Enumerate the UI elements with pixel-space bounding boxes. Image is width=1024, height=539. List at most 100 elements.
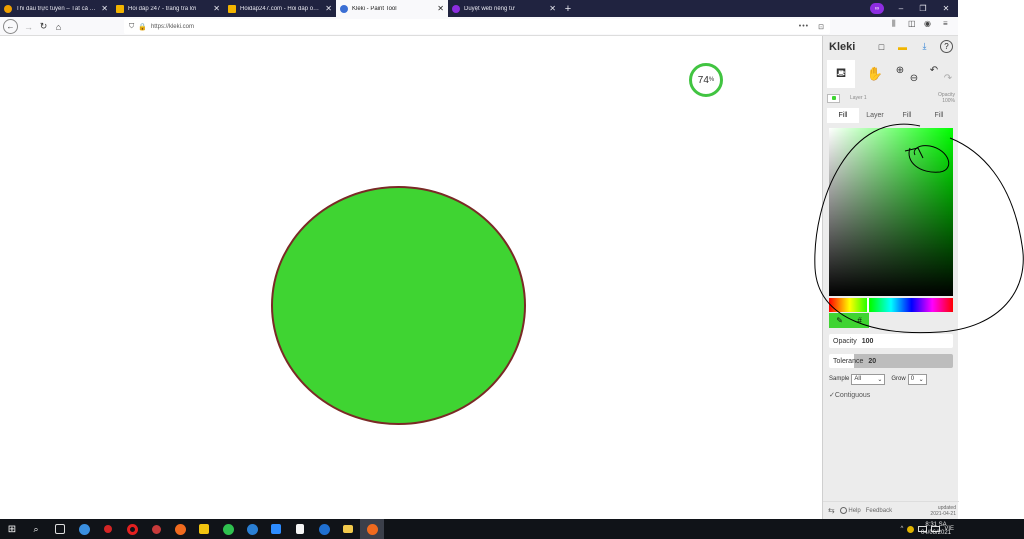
close-icon[interactable]: ✕: [325, 4, 332, 13]
close-icon[interactable]: ✕: [213, 4, 220, 13]
close-icon[interactable]: ✕: [549, 4, 556, 13]
contiguous-checkbox[interactable]: ✓ Contiguous: [829, 391, 871, 400]
paint-bucket-icon[interactable]: ⛾: [827, 60, 855, 88]
zoom-unit: %: [708, 77, 715, 83]
grow-label: Grow: [891, 376, 906, 382]
new-image-icon[interactable]: □: [875, 40, 888, 53]
folder-glyph: [343, 525, 353, 533]
hex-input-icon[interactable]: #: [857, 316, 861, 325]
zoom-app-glyph: [271, 524, 281, 534]
opera-glyph: [126, 523, 138, 535]
search-icon[interactable]: ⌕: [24, 519, 48, 539]
firefox-active-glyph: [366, 523, 378, 535]
zoom-out-icon[interactable]: ⊖: [907, 64, 921, 92]
restore-button[interactable]: ❐: [912, 0, 934, 17]
tab-thi-dau[interactable]: Thi đấu trực tuyến – Tất cả các ✕: [0, 0, 112, 17]
page-actions-menu-icon[interactable]: •••: [799, 23, 809, 30]
notes-icon[interactable]: [192, 519, 216, 539]
zalo-icon[interactable]: [240, 519, 264, 539]
hand-icon[interactable]: ✋: [863, 60, 887, 88]
tab-fill[interactable]: Fill: [827, 108, 859, 123]
updated-date: 2021-04-21: [930, 510, 956, 517]
task-view-icon[interactable]: [48, 519, 72, 539]
hue-slider-handle[interactable]: [867, 298, 869, 312]
help-link[interactable]: Help: [839, 506, 861, 515]
green-circle-shape: [271, 186, 526, 425]
feedback-link[interactable]: Feedback: [866, 508, 892, 514]
record-icon[interactable]: [96, 519, 120, 539]
firefox-active-icon[interactable]: [360, 519, 384, 539]
hamburger-menu-icon[interactable]: ≡: [943, 19, 948, 28]
opacity-value: 100: [861, 337, 874, 345]
back-button[interactable]: ←: [3, 19, 18, 34]
tab-fill-2[interactable]: Fill: [891, 108, 923, 123]
tab-hoidap-247[interactable]: Hỏi đáp 247 - trang tra lời ✕: [112, 0, 224, 17]
layer-thumbnail[interactable]: [827, 93, 840, 103]
zoom-app-icon[interactable]: [264, 519, 288, 539]
layer-preview-row[interactable]: Layer 1 Opacity 100%: [823, 90, 959, 106]
sidebar-toggle-icon[interactable]: ◫: [908, 19, 916, 28]
eyedropper-icon[interactable]: ✎: [836, 316, 843, 325]
tool-row: ⛾ ✋ ⊕ ⊖ ↶ ↷: [823, 60, 959, 88]
window-close-button[interactable]: ✕: [935, 0, 957, 17]
tab-fill-3[interactable]: Fill: [923, 108, 955, 123]
chevron-down-icon: ⌄: [918, 376, 924, 383]
url-bar[interactable]: ⛉ 🔒 https://kleki.com ••• ⊡: [124, 19, 830, 34]
account-icon[interactable]: ◉: [924, 19, 931, 28]
contiguous-label: Contiguous: [834, 391, 871, 399]
url-text[interactable]: https://kleki.com: [151, 24, 194, 30]
close-icon[interactable]: ✕: [101, 4, 108, 13]
hue-slider[interactable]: [829, 298, 953, 312]
undo-icon[interactable]: ↶: [927, 56, 941, 84]
chevron-up-icon[interactable]: ^: [901, 526, 904, 532]
updated-info: updated 2021-04-21: [930, 505, 956, 517]
tolerance-slider[interactable]: Tolerance 20: [829, 354, 953, 368]
save-download-icon[interactable]: ⤓: [918, 40, 931, 53]
zalo-icon[interactable]: [312, 519, 336, 539]
library-icon[interactable]: ⫼: [892, 19, 896, 29]
grow-select[interactable]: 0 ⌄: [907, 373, 927, 385]
shield-icon[interactable]: ⛉: [129, 23, 134, 31]
drawing-canvas[interactable]: 74%: [0, 36, 822, 519]
game-icon[interactable]: [144, 519, 168, 539]
private-mask-icon: ∞: [870, 3, 884, 14]
edge-icon[interactable]: [72, 519, 96, 539]
document-icon[interactable]: [288, 519, 312, 539]
new-tab-button[interactable]: +: [560, 0, 576, 17]
tab-hoidap247-com[interactable]: Hoidap247.com - Hỏi đáp online ✕: [224, 0, 336, 17]
redo-icon[interactable]: ↷: [941, 64, 955, 92]
fill-mode-tabs: Fill Layer Fill Fill: [827, 108, 955, 123]
pocket-icon[interactable]: ⊡: [818, 23, 825, 31]
secondary-color-swatch[interactable]: [869, 313, 953, 328]
folder-icon[interactable]: [336, 519, 360, 539]
sample-value: All: [854, 376, 862, 382]
color-saturation-picker[interactable]: [829, 128, 953, 296]
spotify-glyph: [222, 523, 234, 535]
minimize-button[interactable]: –: [890, 0, 912, 17]
help-label: Help: [848, 508, 861, 515]
close-icon[interactable]: ✕: [437, 4, 444, 13]
open-folder-icon[interactable]: ▬: [896, 40, 909, 53]
swap-side-icon[interactable]: ⇆: [828, 506, 835, 515]
forward-button[interactable]: →: [21, 19, 36, 34]
lock-icon[interactable]: 🔒: [138, 23, 147, 31]
opacity-slider[interactable]: Opacity 100: [829, 334, 953, 348]
home-button[interactable]: ⌂: [51, 19, 66, 34]
help-icon[interactable]: ?: [940, 40, 953, 53]
zoom-in-icon[interactable]: ⊕: [893, 56, 907, 84]
tab-layer[interactable]: Layer: [859, 108, 891, 123]
sidebar-footer: ⇆ Help Feedback updated 2021-04-21: [823, 501, 959, 519]
tab-kleki[interactable]: Kleki - Paint Tool ✕: [336, 0, 448, 17]
blank-gutter: [958, 0, 1024, 519]
current-color-swatch[interactable]: ✎ #: [829, 313, 869, 328]
windows-start-icon[interactable]: ⊞: [0, 519, 24, 539]
tab-private-browsing[interactable]: Duyệt web riêng tư ✕: [448, 0, 560, 17]
spotify-icon[interactable]: [216, 519, 240, 539]
firefox-icon[interactable]: [168, 519, 192, 539]
taskbar-clock[interactable]: 8:31 SA 04/06/2021: [914, 521, 958, 537]
help-circle-icon: [839, 506, 847, 514]
opera-icon[interactable]: [120, 519, 144, 539]
sample-select[interactable]: All ⌄: [851, 373, 886, 385]
reload-button[interactable]: ↻: [36, 19, 51, 34]
layer-opacity: Opacity 100%: [938, 92, 955, 104]
